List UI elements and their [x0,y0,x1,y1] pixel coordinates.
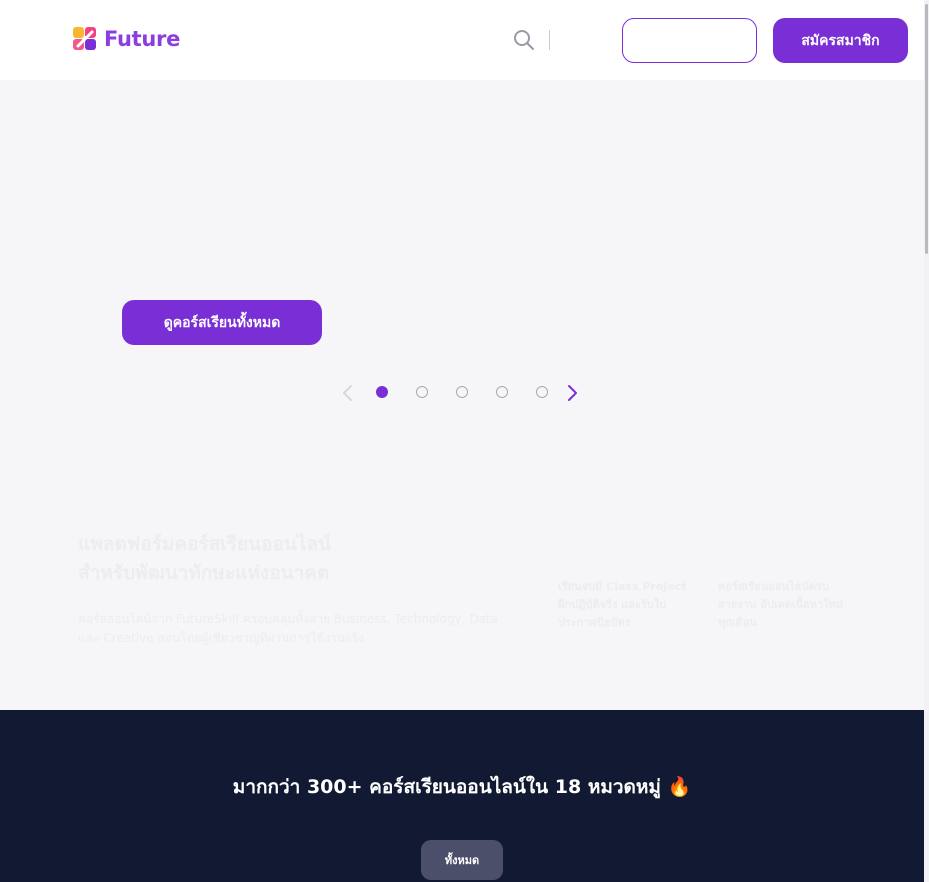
view-all-courses-button[interactable]: ดูคอร์สเรียนทั้งหมด [122,300,322,345]
feature-item: คอร์สเรียนออนไลน์ครบ สายงาน อัปเดตเนื้อห… [718,580,844,629]
logo[interactable]: Future [72,26,180,52]
categories-heading: มากกว่า 300+ คอร์สเรียนออนไลน์ใน 18 หมวด… [232,776,692,798]
carousel-dot-2[interactable] [416,386,428,398]
platform-title-line-2: สำหรับพัฒนาทักษะแห่งอนาคต [78,562,330,584]
search-icon[interactable] [512,28,536,52]
carousel-dot-4[interactable] [496,386,508,398]
logo-mark-icon [72,26,98,52]
platform-title-line-1: แพลตฟอร์มคอร์สเรียนออนไลน์ [78,533,332,555]
carousel-dot-3[interactable] [456,386,468,398]
chevron-right-icon[interactable] [563,383,581,403]
signup-button[interactable]: สมัครสมาชิก [773,18,908,63]
category-filter-all[interactable]: ทั้งหมด [421,840,503,880]
carousel-dot-1[interactable] [376,386,388,398]
header-divider [549,30,550,50]
platform-description: คอร์สออนไลน์จาก FutureSkill ครอบคลุมทั้ง… [78,612,498,645]
site-header: Future สมัครสมาชิก [0,0,924,80]
chevron-left-icon[interactable] [339,383,357,403]
feature-item: เรียนจบมี Class Project ฝึกปฏิบัติจริง แ… [558,580,687,629]
logo-text: Future [104,27,181,51]
carousel-dot-5[interactable] [536,386,548,398]
page: Future สมัครสมาชิก ดูคอร์สเรียนทั้งหมด แ… [0,0,929,882]
platform-title: แพลตฟอร์มคอร์สเรียนออนไลน์ สำหรับพัฒนาทั… [78,530,378,588]
login-button[interactable] [622,18,757,63]
scrollbar-thumb[interactable] [925,4,928,254]
